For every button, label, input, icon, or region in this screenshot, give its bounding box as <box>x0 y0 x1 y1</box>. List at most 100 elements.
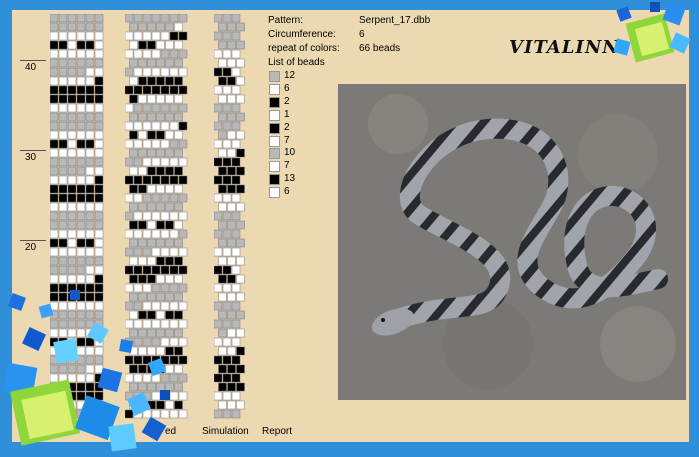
bead-cell[interactable] <box>142 139 152 149</box>
bead-cell[interactable] <box>50 14 59 23</box>
bead-cell[interactable] <box>76 14 86 23</box>
bead-cell[interactable] <box>50 22 59 32</box>
bead-cell[interactable] <box>174 148 183 158</box>
bead-cell[interactable] <box>125 49 134 59</box>
bead-cell[interactable] <box>85 94 95 104</box>
bead-cell[interactable] <box>169 157 179 167</box>
bead-cell[interactable] <box>76 157 86 167</box>
bead-cell[interactable] <box>165 256 174 266</box>
bead-cell[interactable] <box>236 166 245 176</box>
bead-cell[interactable] <box>142 157 152 167</box>
bead-cell[interactable] <box>227 382 236 392</box>
bead-cell[interactable] <box>133 193 143 203</box>
bead-cell[interactable] <box>231 157 241 167</box>
bead-cell[interactable] <box>50 184 59 194</box>
bead-cell[interactable] <box>156 112 165 122</box>
bead-cell[interactable] <box>50 121 59 131</box>
bead-cell[interactable] <box>67 175 77 185</box>
bead-cell[interactable] <box>169 85 179 95</box>
bead-cell[interactable] <box>156 274 165 284</box>
bead-cell[interactable] <box>174 220 183 230</box>
bead-cell[interactable] <box>151 31 161 41</box>
bead-cell[interactable] <box>174 274 183 284</box>
bead-cell[interactable] <box>160 211 170 221</box>
bead-cell[interactable] <box>236 184 245 194</box>
bead-cell[interactable] <box>222 67 232 77</box>
bead-cell[interactable] <box>125 157 134 167</box>
bead-cell[interactable] <box>214 391 223 401</box>
tab-report[interactable]: Report <box>262 426 292 437</box>
bead-cell[interactable] <box>236 148 245 158</box>
bead-cell[interactable] <box>236 274 245 284</box>
bead-cell[interactable] <box>160 265 170 275</box>
bead-cell[interactable] <box>214 49 223 59</box>
bead-cell[interactable] <box>174 94 183 104</box>
bead-cell[interactable] <box>151 49 161 59</box>
bead-cell[interactable] <box>67 220 77 230</box>
bead-cell[interactable] <box>129 148 138 158</box>
bead-cell[interactable] <box>231 373 241 383</box>
bead-cell[interactable] <box>236 94 245 104</box>
bead-cell[interactable] <box>231 409 241 419</box>
bead-cell[interactable] <box>142 175 152 185</box>
bead-cell[interactable] <box>50 49 59 59</box>
bead-cell[interactable] <box>85 256 95 266</box>
bead-cell[interactable] <box>85 148 95 158</box>
bead-cell[interactable] <box>214 157 223 167</box>
bead-cell[interactable] <box>236 310 245 320</box>
bead-cell[interactable] <box>165 76 174 86</box>
bead-cell[interactable] <box>222 139 232 149</box>
bead-cell[interactable] <box>58 22 68 32</box>
bead-cell[interactable] <box>222 49 232 59</box>
bead-cell[interactable] <box>142 121 152 131</box>
bead-cell[interactable] <box>169 211 179 221</box>
bead-cell[interactable] <box>227 274 236 284</box>
bead-cell[interactable] <box>125 265 134 275</box>
bead-cell[interactable] <box>50 148 59 158</box>
bead-cell[interactable] <box>50 58 59 68</box>
bead-cell[interactable] <box>227 346 236 356</box>
bead-cell[interactable] <box>160 14 170 23</box>
bead-cell[interactable] <box>218 364 227 374</box>
bead-cell[interactable] <box>174 238 183 248</box>
bead-cell[interactable] <box>169 247 179 257</box>
bead-cell[interactable] <box>178 229 188 239</box>
bead-cell[interactable] <box>178 139 188 149</box>
bead-cell[interactable] <box>85 220 95 230</box>
bead-cell[interactable] <box>58 67 68 77</box>
bead-cell[interactable] <box>129 166 138 176</box>
bead-cell[interactable] <box>160 85 170 95</box>
bead-cell[interactable] <box>85 157 95 167</box>
bead-cell[interactable] <box>50 211 59 221</box>
bead-cell[interactable] <box>125 229 134 239</box>
bead-cell[interactable] <box>156 256 165 266</box>
bead-cell[interactable] <box>151 211 161 221</box>
bead-cell[interactable] <box>151 67 161 77</box>
bead-cell[interactable] <box>142 103 152 113</box>
bead-cell[interactable] <box>94 148 104 158</box>
bead-cell[interactable] <box>94 67 104 77</box>
bead-cell[interactable] <box>129 274 138 284</box>
bead-cell[interactable] <box>222 31 232 41</box>
bead-cell[interactable] <box>133 85 143 95</box>
bead-cell[interactable] <box>147 40 156 50</box>
bead-cell[interactable] <box>133 265 143 275</box>
bead-cell[interactable] <box>94 202 104 212</box>
bead-cell[interactable] <box>85 238 95 248</box>
bead-cell[interactable] <box>174 58 183 68</box>
bead-cell[interactable] <box>85 49 95 59</box>
bead-cell[interactable] <box>214 211 223 221</box>
bead-cell[interactable] <box>76 274 86 284</box>
bead-cell[interactable] <box>76 31 86 41</box>
bead-cell[interactable] <box>67 31 77 41</box>
bead-cell[interactable] <box>94 22 104 32</box>
bead-cell[interactable] <box>222 14 232 23</box>
bead-cell[interactable] <box>125 175 134 185</box>
bead-cell[interactable] <box>160 121 170 131</box>
bead-cell[interactable] <box>85 121 95 131</box>
bead-cell[interactable] <box>142 14 152 23</box>
bead-cell[interactable] <box>222 211 232 221</box>
bead-cell[interactable] <box>94 184 104 194</box>
bead-cell[interactable] <box>214 121 223 131</box>
bead-cell[interactable] <box>85 112 95 122</box>
